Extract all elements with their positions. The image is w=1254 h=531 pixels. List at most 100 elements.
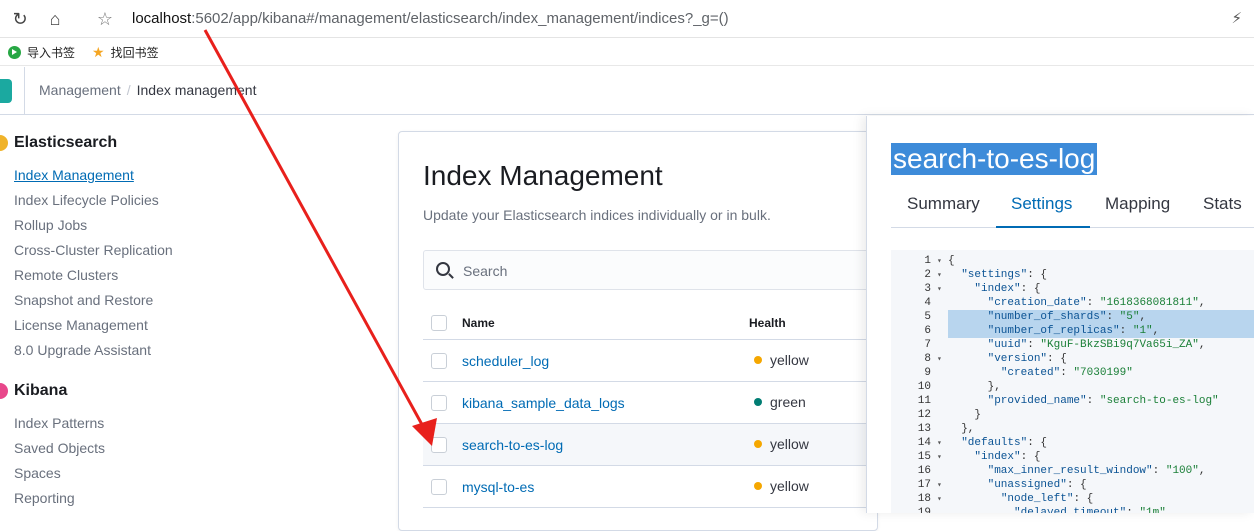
sidebar-item-reporting[interactable]: Reporting: [14, 490, 75, 506]
fold-toggle-icon[interactable]: ▾: [937, 283, 942, 297]
divider: [24, 67, 25, 115]
sidebar-item-snapshot-and-restore[interactable]: Snapshot and Restore: [14, 292, 153, 308]
fold-toggle-icon[interactable]: ▾: [937, 493, 942, 507]
code-line: "number_of_shards": "5",: [987, 311, 1147, 323]
sidebar-item-index-lifecycle-policies[interactable]: Index Lifecycle Policies: [14, 192, 159, 208]
row-checkbox[interactable]: [431, 437, 447, 453]
settings-code-editor[interactable]: 1 ▾ {2 ▾ "settings": {3 ▾ "index": {4 "creat…: [891, 250, 1254, 513]
code-line: "settings": {: [961, 269, 1048, 281]
breadcrumb-separator: /: [126, 82, 131, 98]
url-field[interactable]: localhost:5602/app/kibana#/management/el…: [132, 10, 729, 27]
sidebar-item-spaces[interactable]: Spaces: [14, 465, 61, 481]
index-name-link[interactable]: scheduler_log: [462, 353, 549, 369]
browser-address-bar: ↻ ⌂ ☆ localhost:5602/app/kibana#/managem…: [0, 0, 1254, 38]
line-number: 2: [924, 269, 931, 281]
sidebar-item-upgrade-assistant[interactable]: 8.0 Upgrade Assistant: [14, 342, 151, 358]
line-number: 3: [924, 283, 931, 295]
health-label: yellow: [770, 352, 809, 368]
line-number: 9: [924, 367, 931, 379]
index-name-link[interactable]: mysql-to-es: [462, 479, 534, 495]
sidebar-item-cross-cluster-replication[interactable]: Cross-Cluster Replication: [14, 242, 173, 258]
fold-toggle-icon[interactable]: ▾: [937, 353, 942, 367]
code-line: {: [948, 255, 955, 267]
health-status: yellow: [754, 352, 809, 368]
elasticsearch-logo-icon: [0, 135, 8, 151]
bookmark-recover[interactable]: ★ 找回书签: [92, 44, 159, 61]
code-line: "delayed_timeout": "1m": [1014, 507, 1166, 513]
line-number: 6: [924, 325, 931, 337]
code-line: "unassigned": {: [987, 479, 1087, 491]
select-all-checkbox[interactable]: [431, 315, 447, 331]
sidebar-item-index-patterns[interactable]: Index Patterns: [14, 415, 104, 431]
index-name-link[interactable]: kibana_sample_data_logs: [462, 395, 625, 411]
health-status: green: [754, 394, 806, 410]
health-dot-icon: [754, 398, 762, 406]
search-input[interactable]: Search: [423, 250, 893, 290]
code-line: "index": {: [974, 451, 1041, 463]
code-line: "creation_date": "1618368081811",: [987, 297, 1206, 309]
bookmark-label: 导入书签: [27, 46, 76, 60]
line-number: 10: [917, 381, 931, 393]
breadcrumb: Management / Index management: [39, 82, 256, 98]
search-placeholder: Search: [463, 263, 508, 279]
bookmark-import[interactable]: 导入书签: [8, 44, 75, 61]
row-checkbox[interactable]: [431, 353, 447, 369]
code-line: "provided_name": "search-to-es-log": [987, 395, 1219, 407]
health-label: yellow: [770, 436, 809, 452]
table-row: mysql-to-es yellow: [423, 466, 893, 508]
line-number: 18: [917, 493, 931, 505]
breadcrumb-index-management: Index management: [136, 82, 257, 98]
fold-toggle-icon[interactable]: ▾: [937, 437, 942, 451]
line-number: 13: [917, 423, 931, 435]
index-name-link[interactable]: search-to-es-log: [462, 437, 563, 453]
tab-stats[interactable]: Stats: [1203, 194, 1242, 214]
fold-toggle-icon[interactable]: ▾: [937, 479, 942, 493]
line-number: 14: [917, 437, 931, 449]
code-line: "uuid": "KguF-BkzSBi9q7Va65i_ZA",: [987, 339, 1206, 351]
code-line: "number_of_replicas": "1",: [987, 325, 1160, 337]
health-label: yellow: [770, 478, 809, 494]
column-header-health[interactable]: Health: [749, 316, 786, 330]
fold-toggle-icon[interactable]: ▾: [937, 451, 942, 465]
code-line: }: [948, 409, 982, 421]
code-line: "defaults": {: [961, 437, 1048, 449]
fold-toggle-icon[interactable]: ▾: [937, 255, 942, 269]
line-number: 15: [917, 451, 931, 463]
bookmarks-bar: 导入书签 ★ 找回书签: [0, 38, 1254, 66]
line-number: 12: [917, 409, 931, 421]
section-title: Kibana: [14, 382, 68, 399]
page-title: Index Management: [423, 160, 663, 191]
line-number: 16: [917, 465, 931, 477]
code-line: "created": "7030199": [1000, 367, 1133, 379]
home-icon[interactable]: ⌂: [44, 8, 66, 30]
reload-icon[interactable]: ↻: [9, 8, 31, 30]
active-tab-indicator: [996, 226, 1090, 228]
tab-settings[interactable]: Settings: [1011, 194, 1072, 214]
sidebar-item-remote-clusters[interactable]: Remote Clusters: [14, 267, 118, 283]
section-title: Elasticsearch: [14, 134, 118, 151]
sidebar-item-rollup-jobs[interactable]: Rollup Jobs: [14, 217, 87, 233]
tab-summary[interactable]: Summary: [907, 194, 980, 214]
star-icon[interactable]: ☆: [94, 8, 116, 30]
line-number: 17: [917, 479, 931, 491]
line-number: 5: [924, 311, 931, 323]
index-management-panel: Index Management Update your Elasticsear…: [398, 131, 893, 531]
kibana-menu-icon[interactable]: [0, 79, 12, 103]
sidebar-section-elasticsearch: Elasticsearch: [0, 134, 117, 152]
row-checkbox[interactable]: [431, 479, 447, 495]
flyout-tabs: Summary Settings Mapping Stats: [891, 186, 1254, 228]
bookmark-label: 找回书签: [110, 46, 159, 60]
sidebar-item-license-management[interactable]: License Management: [14, 317, 148, 333]
table-row-selected: search-to-es-log yellow: [423, 424, 893, 466]
sidebar-item-saved-objects[interactable]: Saved Objects: [14, 440, 105, 456]
sidebar-section-kibana: Kibana: [0, 382, 67, 400]
column-header-name[interactable]: Name: [462, 316, 495, 330]
sidebar-item-index-management[interactable]: Index Management: [14, 167, 134, 183]
breadcrumb-management[interactable]: Management: [39, 82, 121, 98]
code-line: },: [948, 423, 975, 435]
health-label: green: [770, 394, 806, 410]
fold-toggle-icon[interactable]: ▾: [937, 269, 942, 283]
tab-mapping[interactable]: Mapping: [1105, 194, 1170, 214]
row-checkbox[interactable]: [431, 395, 447, 411]
bolt-icon[interactable]: ⚡︎: [1231, 9, 1242, 27]
